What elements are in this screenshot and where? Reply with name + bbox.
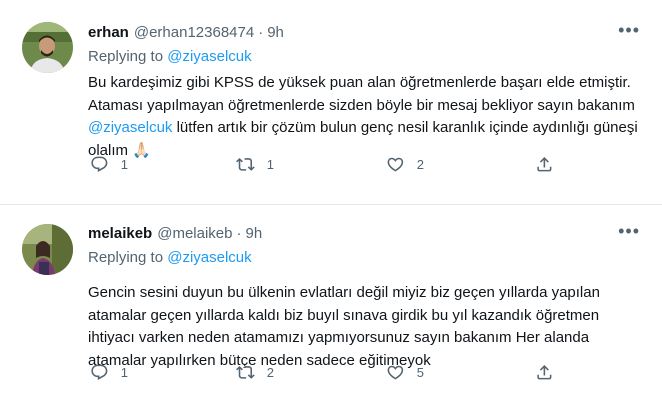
tweet-erhan[interactable]: erhan @erhan12368474 · 9h ••• Replying t… <box>0 0 662 205</box>
reply-count: 1 <box>120 364 128 380</box>
replying-to-label: Replying to <box>88 249 164 266</box>
like-button[interactable]: 5 <box>386 360 424 384</box>
separator-dot: · <box>258 23 264 41</box>
more-options-icon[interactable]: ••• <box>618 21 640 39</box>
tweet-content: erhan @erhan12368474 · 9h ••• Replying t… <box>88 21 648 162</box>
share-button[interactable] <box>535 360 554 384</box>
retweet-icon <box>236 157 255 171</box>
tweet-text: Gencin sesini duyun bu ülkenin evlatları… <box>88 284 600 369</box>
avatar[interactable] <box>22 224 73 275</box>
replying-to: Replying to @ziyaselcuk <box>88 47 648 67</box>
user-avatar-icon <box>22 22 73 73</box>
like-count: 2 <box>416 156 424 172</box>
more-options-icon[interactable]: ••• <box>618 222 640 240</box>
retweet-icon <box>236 365 255 379</box>
share-button[interactable] <box>535 152 554 176</box>
tweet-text: Bu kardeşimiz gibi KPSS de yüksek puan a… <box>88 72 648 162</box>
reply-button[interactable]: 1 <box>90 360 128 384</box>
replying-to-label: Replying to <box>88 48 164 65</box>
user-avatar-icon <box>22 224 73 275</box>
like-count: 5 <box>416 364 424 380</box>
tweet-header: erhan @erhan12368474 · 9h <box>88 22 648 42</box>
tweet-actions: 1 1 2 <box>88 152 568 176</box>
user-handle[interactable]: @erhan12368474 <box>134 24 254 41</box>
heart-icon <box>387 157 404 172</box>
reply-icon <box>91 156 108 172</box>
display-name[interactable]: melaikeb <box>88 225 152 242</box>
user-handle[interactable]: @melaikeb <box>157 225 232 242</box>
heart-icon <box>387 365 404 380</box>
tweet-text-part: Bu kardeşimiz gibi KPSS de yüksek puan a… <box>88 74 635 114</box>
separator-dot: · <box>236 224 242 242</box>
reply-button[interactable]: 1 <box>90 152 128 176</box>
replying-to-mention[interactable]: @ziyaselcuk <box>167 48 251 65</box>
replying-to-mention[interactable]: @ziyaselcuk <box>167 249 251 266</box>
tweet-melaikeb[interactable]: melaikeb @melaikeb · 9h ••• Replying to … <box>0 206 662 401</box>
tweet-divider <box>0 204 662 205</box>
like-button[interactable]: 2 <box>386 152 424 176</box>
reply-count: 1 <box>120 156 128 172</box>
retweet-button[interactable]: 1 <box>236 152 274 176</box>
retweet-button[interactable]: 2 <box>236 360 274 384</box>
tweet-actions: 1 2 5 <box>88 360 568 384</box>
retweet-count: 1 <box>266 156 274 172</box>
text-mention-link[interactable]: @ziyaselcuk <box>88 119 172 136</box>
share-icon <box>537 364 552 380</box>
tweet-content: melaikeb @melaikeb · 9h ••• Replying to … <box>88 222 648 372</box>
timestamp[interactable]: 9h <box>267 24 284 41</box>
share-icon <box>537 156 552 172</box>
avatar[interactable] <box>22 22 73 73</box>
replying-to: Replying to @ziyaselcuk <box>88 248 648 268</box>
tweet-header: melaikeb @melaikeb · 9h <box>88 223 648 243</box>
retweet-count: 2 <box>266 364 274 380</box>
timestamp[interactable]: 9h <box>245 225 262 242</box>
display-name[interactable]: erhan <box>88 24 129 41</box>
reply-icon <box>91 364 108 380</box>
